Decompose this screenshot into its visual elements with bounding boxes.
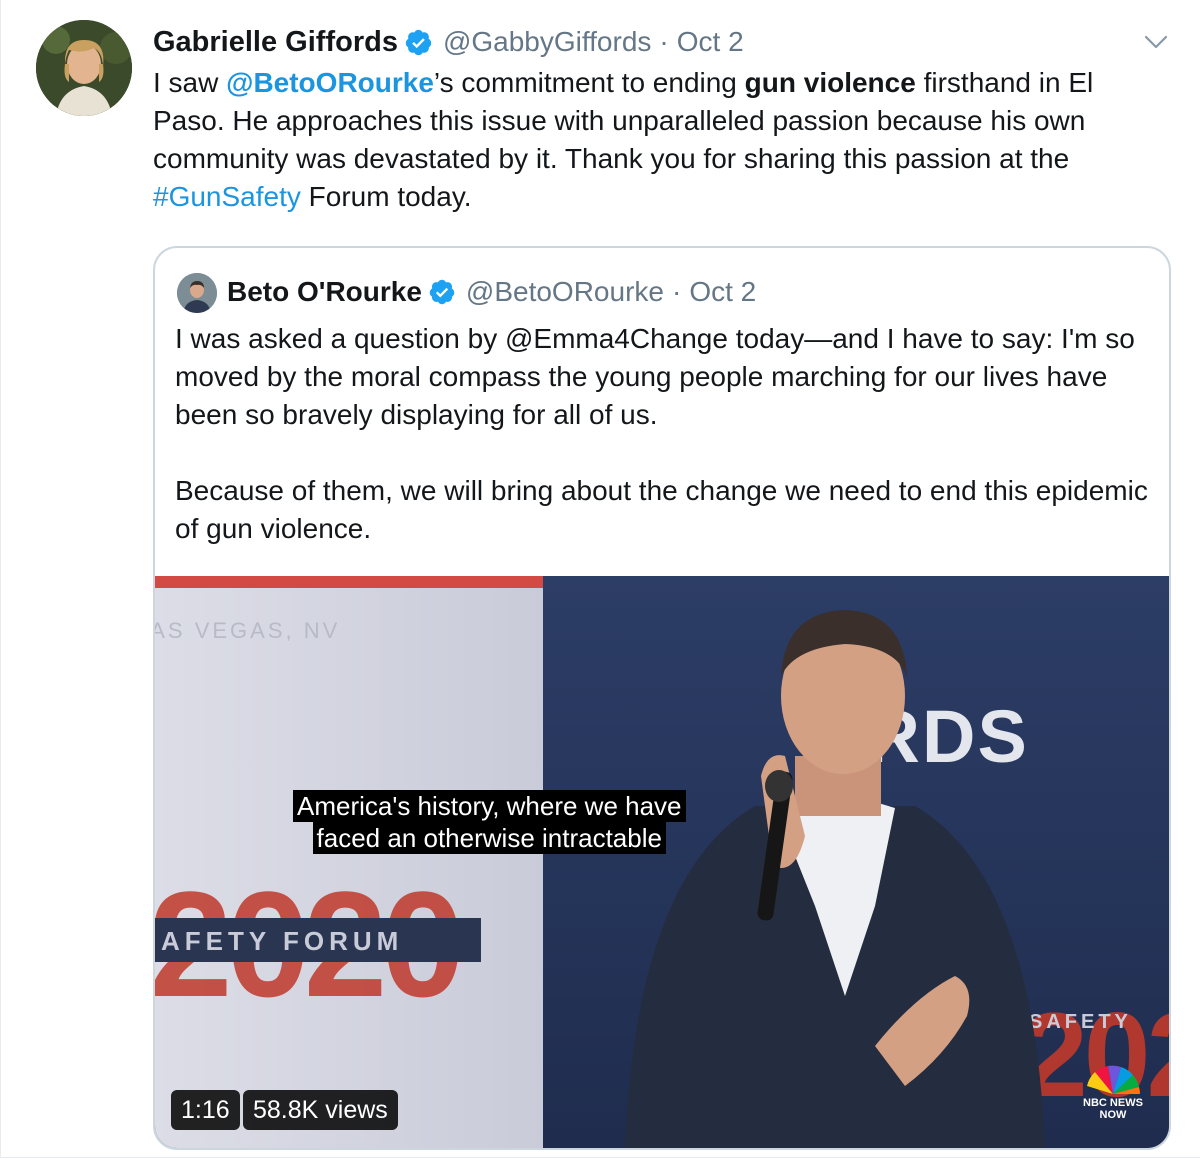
quoted-author-handle[interactable]: @BetoORourke	[466, 276, 664, 308]
tweet[interactable]: Gabrielle Giffords @GabbyGiffords · Oct …	[0, 0, 1200, 1158]
tweet-date[interactable]: Oct 2	[677, 26, 744, 58]
video-views-badge: 58.8K views	[243, 1090, 398, 1130]
backdrop-location-text: LAS VEGAS, NV	[155, 618, 340, 643]
author-handle[interactable]: @GabbyGiffords	[443, 26, 651, 58]
network-logo-line2: NOW	[1099, 1109, 1127, 1121]
video-frame: LAS VEGAS, NV 2020 AFETY FORUM ORDS 202 …	[155, 576, 1169, 1148]
caption-line-1: America's history, where we have	[293, 790, 686, 822]
author-name[interactable]: Gabrielle Giffords	[153, 26, 398, 59]
tweet-text-segment: ’s commitment to ending	[433, 67, 745, 98]
tweet-text: I saw @BetoORourke’s commitment to endin…	[153, 64, 1163, 216]
quoted-paragraph: I was asked a question by @Emma4Change t…	[175, 323, 1135, 430]
tweet-header: Gabrielle Giffords @GabbyGiffords · Oct …	[153, 24, 744, 60]
network-logo-label: NBC NEWS NOW	[1071, 1097, 1155, 1121]
author-avatar[interactable]	[36, 20, 132, 116]
quoted-author-name[interactable]: Beto O'Rourke	[227, 276, 422, 308]
chevron-down-icon[interactable]	[1142, 30, 1170, 54]
verified-badge-icon	[429, 279, 455, 305]
caption-line-2: faced an otherwise intractable	[312, 822, 666, 854]
network-logo-line1: NBC NEWS	[1083, 1097, 1143, 1109]
quoted-author-avatar[interactable]	[177, 273, 217, 313]
backdrop-banner-left: AFETY FORUM	[161, 926, 403, 956]
quoted-tweet[interactable]: Beto O'Rourke @BetoORourke · Oct 2 I was…	[153, 246, 1171, 1150]
quoted-tweet-date[interactable]: Oct 2	[689, 276, 756, 308]
mention-link[interactable]: @BetoORourke	[226, 67, 434, 98]
video-player[interactable]: LAS VEGAS, NV 2020 AFETY FORUM ORDS 202 …	[155, 576, 1169, 1148]
video-duration-badge: 1:16	[171, 1090, 240, 1130]
header-separator: ·	[671, 276, 682, 307]
verified-badge-icon	[405, 29, 432, 55]
backdrop-banner-right: SAFETY	[1029, 1011, 1132, 1033]
quoted-tweet-text: I was asked a question by @Emma4Change t…	[175, 320, 1160, 548]
header-separator: ·	[659, 26, 669, 57]
quoted-tweet-header: Beto O'Rourke @BetoORourke · Oct 2	[227, 272, 756, 312]
video-caption: America's history, where we have faced a…	[293, 790, 686, 854]
quoted-paragraph: Because of them, we will bring about the…	[175, 475, 1148, 544]
tweet-text-segment: Forum today.	[300, 181, 472, 212]
hashtag-link[interactable]: #GunSafety	[153, 181, 301, 212]
bold-phrase: gun violence	[744, 67, 916, 98]
tweet-text-segment: I saw	[153, 67, 227, 98]
